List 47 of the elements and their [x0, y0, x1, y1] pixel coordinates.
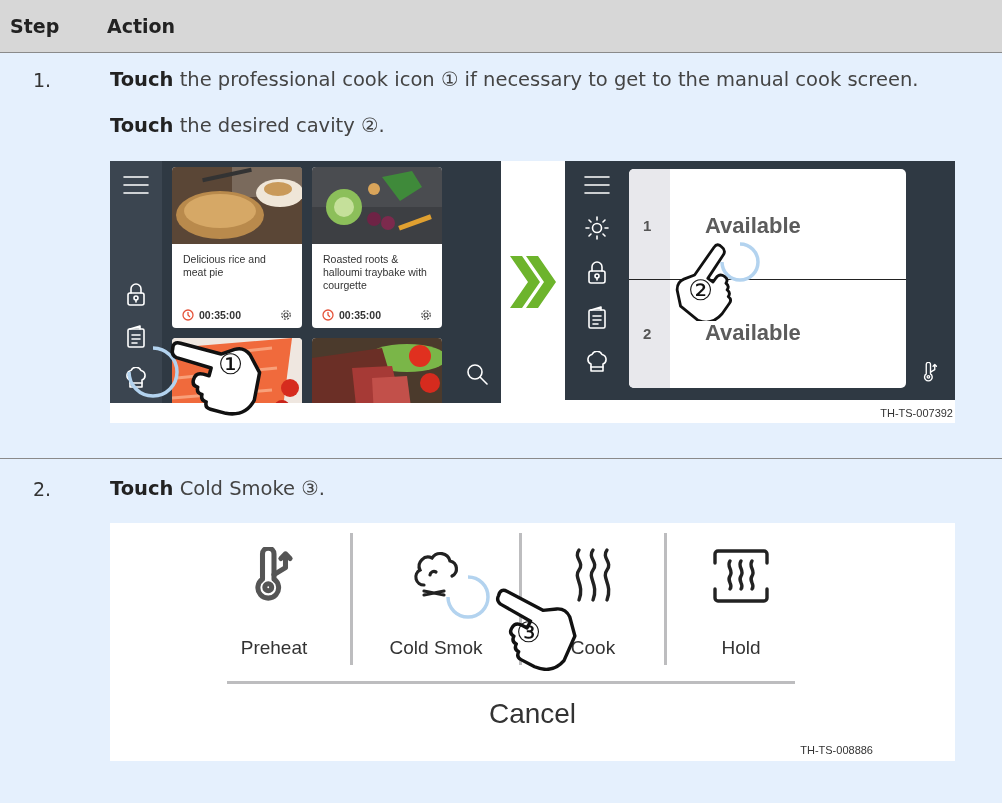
- menu-icon[interactable]: [123, 175, 149, 195]
- document-icon[interactable]: [126, 325, 146, 349]
- figure-code: TH-TS-007392: [880, 407, 953, 419]
- double-chevron-icon: [508, 254, 558, 310]
- clock-icon: [322, 309, 334, 321]
- cavity-row[interactable]: 1 Available: [629, 169, 906, 279]
- cancel-button[interactable]: Cancel: [488, 698, 577, 730]
- menu-icon[interactable]: [584, 175, 610, 195]
- step-number: 2.: [32, 477, 53, 502]
- search-icon[interactable]: [465, 363, 488, 385]
- touch-ring-icon: [720, 242, 760, 282]
- hold-warm-icon: [712, 547, 770, 605]
- mode-label[interactable]: Cook: [570, 637, 616, 659]
- touch-ring-icon: [446, 575, 490, 619]
- clock-icon: [182, 309, 194, 321]
- column-header: Action: [107, 15, 177, 37]
- preheat-icon[interactable]: [922, 361, 939, 382]
- cavity-number: 1: [629, 169, 670, 279]
- chef-hat-icon[interactable]: [585, 351, 609, 373]
- document-icon[interactable]: [587, 306, 607, 330]
- gear-icon[interactable]: [280, 309, 292, 321]
- lock-icon[interactable]: [126, 283, 146, 307]
- recipe-title: Delicious rice and meat pie: [182, 252, 267, 280]
- cook-time: 00:35:00: [199, 309, 243, 321]
- chef-hat-icon[interactable]: [124, 367, 148, 389]
- brightness-icon[interactable]: [585, 216, 609, 240]
- cook-time: 00:35:00: [339, 309, 383, 321]
- figure-code: TH-TS-008886: [800, 744, 873, 756]
- cavity-status: Available: [705, 319, 801, 346]
- lock-icon[interactable]: [587, 261, 607, 285]
- instruction-text: Touch the desired cavity ②.: [110, 113, 386, 139]
- recipe-title: Roasted roots & halloumi traybake with courgette: [322, 252, 428, 293]
- cavity-number: 2: [629, 279, 670, 388]
- instruction-text: Touch Cold Smoke ③.: [110, 476, 326, 502]
- callout-number: ②: [688, 277, 714, 305]
- callout-number: ①: [218, 351, 244, 379]
- column-header: Step: [9, 15, 61, 37]
- gear-icon[interactable]: [420, 309, 432, 321]
- instruction-text: Touch the professional cook icon ① if necessary to get to the manual cook screen.: [110, 67, 920, 93]
- mode-label[interactable]: Hold: [721, 637, 761, 659]
- touch-ring-icon: [127, 346, 179, 398]
- mode-label[interactable]: Cold Smok: [389, 637, 483, 659]
- recipe-card[interactable]: Roasted roots & halloumi traybake with courgette 00:35:00: [312, 167, 442, 328]
- recipe-card[interactable]: Delicious rice and meat pie 00:35:00: [172, 167, 302, 328]
- mode-label[interactable]: Preheat: [240, 637, 308, 659]
- step-number: 1.: [32, 68, 53, 93]
- cavity-status: Available: [705, 213, 801, 239]
